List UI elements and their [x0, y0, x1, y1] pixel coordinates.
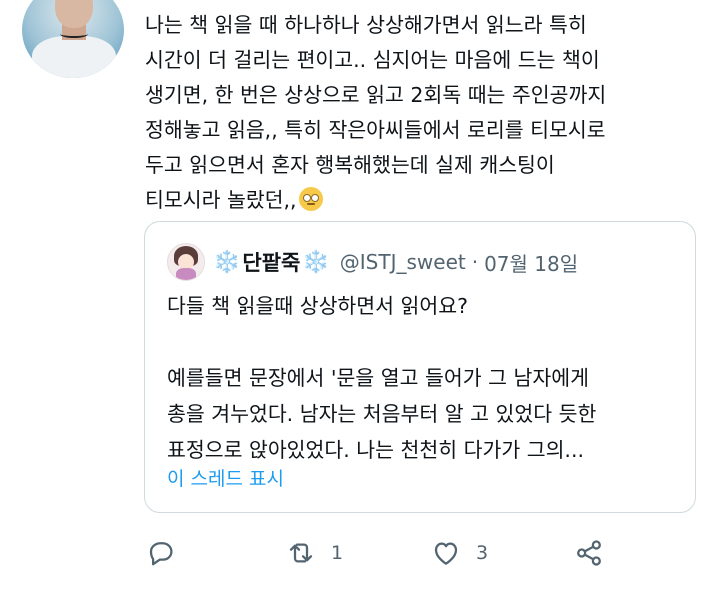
retweet-count: 1 [331, 542, 344, 564]
tweet-actions: 1 3 [145, 533, 625, 573]
snowflake-icon: ❄️ [302, 249, 330, 275]
share-icon [577, 540, 601, 566]
heart-icon [434, 542, 458, 565]
reply-button[interactable] [145, 533, 191, 573]
reply-icon [149, 542, 173, 566]
quoted-line: 다들 책 읽을때 상상하면서 읽어요? [167, 294, 468, 318]
tweet-line: 정해놓고 읽음,, 특히 작은아씨들에서 로리를 티모시로 [145, 118, 606, 142]
quoted-line: 표정으로 앉아있었다. 나는 천천히 다가가 그의... [167, 438, 584, 462]
like-count: 3 [476, 542, 489, 564]
quoted-tweet-header: ❄️ 단팥죽 ❄️ @ISTJ_sweet · 07월 18일 [167, 243, 578, 281]
quoted-tweet-date[interactable]: 07월 18일 [484, 248, 578, 277]
show-thread-link[interactable]: 이 스레드 표시 [167, 464, 284, 491]
tweet-line: 생기면, 한 번은 상상으로 읽고 2회독 때는 주인공까지 [145, 83, 607, 107]
quoted-line: 예를들면 문장에서 '문을 열고 들어가 그 남자에게 [167, 366, 589, 390]
quoted-tweet-text: 다들 책 읽을때 상상하면서 읽어요? 예를들면 문장에서 '문을 열고 들어가 … [167, 288, 677, 468]
tweet-line: 나는 책 읽을 때 하나하나 상상해가면서 읽느라 특히 [145, 13, 587, 37]
rolling-eyes-emoji-icon [298, 187, 323, 211]
quoted-user-avatar[interactable] [167, 243, 205, 281]
user-avatar[interactable] [22, 0, 124, 78]
retweet-icon [289, 543, 313, 563]
tweet-text: 나는 책 읽을 때 하나하나 상상해가면서 읽느라 특히시간이 더 걸리는 편이… [145, 8, 705, 218]
quoted-tweet-card[interactable]: ❄️ 단팥죽 ❄️ @ISTJ_sweet · 07월 18일 다들 책 읽을때… [144, 221, 696, 513]
retweet-button[interactable]: 1 [285, 533, 343, 573]
quoted-blank-line [167, 324, 677, 360]
quoted-line: 총을 겨누었다. 남자는 처음부터 알 고 있었다 듯한 [167, 402, 597, 426]
quoted-user-name[interactable]: 단팥죽 [242, 247, 300, 277]
share-button[interactable] [573, 533, 605, 573]
separator-dot: · [471, 250, 479, 274]
quoted-user-handle[interactable]: @ISTJ_sweet [340, 250, 466, 274]
tweet-line: 시간이 더 걸리는 편이고.. 심지어는 마음에 드는 책이 [145, 48, 600, 72]
snowflake-icon: ❄️ [213, 249, 241, 275]
tweet-line: 티모시라 놀랐던,, [145, 188, 297, 212]
tweet-line: 두고 읽으면서 혼자 행복해했는데 실제 캐스팅이 [145, 153, 555, 177]
like-button[interactable]: 3 [430, 533, 488, 573]
